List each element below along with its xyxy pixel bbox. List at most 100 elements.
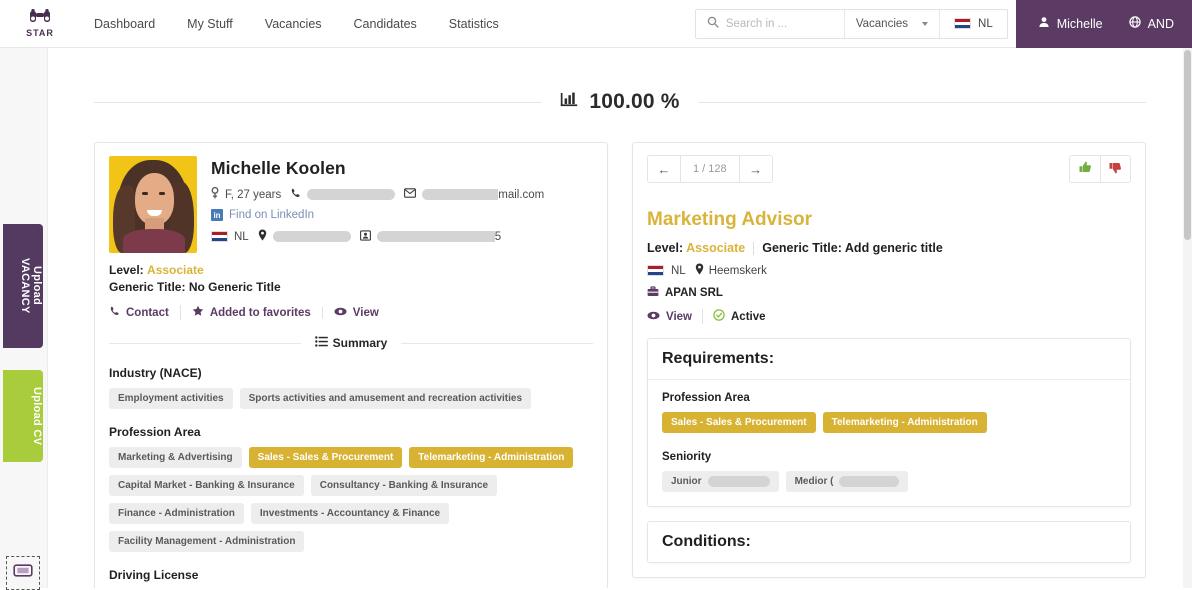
tag-item-matched[interactable]: Sales - Sales & Procurement: [248, 447, 403, 468]
top-bar-right: Vacancies NL Michelle: [694, 0, 1192, 48]
view-action[interactable]: View: [321, 306, 390, 319]
requirements-seniority-tags: Junior Medior (: [662, 471, 1116, 492]
panel-toggle-button[interactable]: [6, 556, 40, 590]
eye-icon: [647, 311, 660, 323]
search-input[interactable]: [725, 17, 834, 30]
favorites-action[interactable]: Added to favorites: [179, 305, 322, 320]
vacancy-title: Marketing Advisor: [647, 209, 813, 230]
vacancy-status-label: Active: [731, 310, 766, 323]
tag-item[interactable]: Consultancy - Banking & Insurance: [310, 475, 498, 496]
pager-next-button[interactable]: →: [739, 156, 772, 182]
tag-item[interactable]: Facility Management - Administration: [109, 531, 305, 552]
candidate-identifier: 5: [359, 229, 502, 244]
nav-item-my-stuff[interactable]: My Stuff: [171, 11, 249, 37]
tag-item-matched[interactable]: Telemarketing - Administration: [409, 447, 574, 468]
view-label: View: [352, 306, 379, 319]
list-icon: [314, 336, 328, 350]
candidate-level-label: Level:: [109, 263, 144, 277]
tenant-menu[interactable]: AND: [1128, 16, 1174, 31]
briefcase-icon: [647, 286, 659, 300]
vacancy-city: Heemskerk: [708, 264, 767, 277]
candidate-column: Michelle Koolen F, 27 years mail.com in …: [94, 142, 608, 588]
identifier-suffix: 5: [494, 230, 502, 243]
phone-redacted: [307, 189, 396, 200]
summary-rule-right: [401, 342, 594, 344]
country-code: NL: [234, 230, 249, 243]
language-code: NL: [978, 17, 993, 30]
conditions-heading: Conditions:: [662, 533, 751, 550]
candidate-level-row: Level: Associate: [109, 263, 593, 277]
location-pin-icon: [695, 263, 704, 278]
driving-license-title: Driving License: [109, 568, 199, 582]
tag-item[interactable]: Investments - Accountancy & Finance: [250, 503, 450, 524]
candidate-header: Michelle Koolen F, 27 years mail.com in …: [109, 156, 593, 253]
nav-item-vacancies[interactable]: Vacancies: [249, 11, 338, 37]
email-suffix: mail.com: [498, 188, 545, 201]
contact-action[interactable]: Contact: [109, 306, 180, 320]
page-scrollbar[interactable]: [1183, 48, 1192, 588]
tag-item[interactable]: Sports activities and amusement and recr…: [239, 388, 532, 409]
tag-item[interactable]: Capital Market - Banking & Insurance: [109, 475, 304, 496]
nav-item-statistics[interactable]: Statistics: [433, 11, 515, 37]
tag-item[interactable]: Finance - Administration: [109, 503, 244, 524]
seniority-label: Junior: [671, 476, 702, 487]
app-logo[interactable]: STAR: [12, 9, 68, 38]
city-redacted: [272, 231, 351, 242]
tag-item-matched[interactable]: Telemarketing - Administration: [822, 412, 987, 433]
vacancy-generic-title-value[interactable]: Add generic title: [845, 241, 943, 255]
vacancy-level-row: Level: Associate Generic Title: Add gene…: [647, 241, 1131, 255]
flag-nl-icon: [647, 265, 664, 276]
score-divider-left: [94, 101, 543, 103]
search-scope-select[interactable]: Vacancies: [843, 9, 939, 38]
requirements-profession-label: Profession Area: [662, 392, 750, 404]
seniority-label: Medior (: [794, 476, 834, 487]
thumbs-down-button[interactable]: [1100, 156, 1130, 182]
tag-item-matched[interactable]: Sales - Sales & Procurement: [662, 412, 816, 433]
eye-icon: [334, 307, 347, 319]
tag-item-redacted[interactable]: Medior (: [785, 471, 909, 492]
language-selector[interactable]: NL: [939, 9, 1007, 38]
candidate-level-value: Associate: [147, 263, 204, 277]
nav-item-candidates[interactable]: Candidates: [338, 11, 433, 37]
identifier-redacted: [376, 231, 495, 242]
thumbs-up-icon: [1079, 161, 1092, 177]
vacancy-level-value: Associate: [686, 241, 746, 255]
nav-item-dashboard[interactable]: Dashboard: [78, 11, 171, 37]
candidate-phone: [290, 188, 396, 202]
flag-nl-icon: [954, 18, 972, 29]
email-redacted: [422, 189, 499, 200]
seniority-redacted: [839, 476, 900, 487]
user-menu[interactable]: Michelle: [1038, 16, 1103, 31]
pager-prev-button[interactable]: ←: [648, 156, 680, 182]
user-icon: [1038, 16, 1050, 31]
binoculars-icon: [29, 9, 51, 28]
upload-cv-tab[interactable]: Upload CV: [3, 370, 43, 462]
industry-section-title: Industry (NACE): [109, 366, 202, 380]
tag-item[interactable]: Employment activities: [109, 388, 233, 409]
primary-nav: Dashboard My Stuff Vacancies Candidates …: [78, 11, 515, 37]
vacancy-location-row: NL Heemskerk: [647, 263, 1131, 278]
industry-tag-list: Employment activities Sports activities …: [109, 388, 593, 409]
thumbs-up-button[interactable]: [1070, 156, 1100, 182]
linkedin-icon: in: [211, 209, 223, 221]
scrollbar-thumb[interactable]: [1184, 50, 1191, 240]
requirements-card: Requirements: Profession Area Sales - Sa…: [647, 338, 1131, 507]
search-field-wrapper[interactable]: [696, 10, 844, 38]
summary-divider-row: Summary: [109, 336, 594, 350]
vote-group: [1069, 155, 1131, 183]
mail-icon: [404, 188, 417, 201]
vacancy-pager: ← 1 / 128 →: [647, 155, 773, 183]
candidate-city: [258, 229, 351, 244]
linkedin-link-row[interactable]: in Find on LinkedIn: [211, 209, 593, 221]
upload-vacancy-tab[interactable]: Upload VACANCY: [3, 224, 43, 348]
candidate-card: Michelle Koolen F, 27 years mail.com in …: [94, 142, 608, 588]
tag-item-redacted[interactable]: Junior: [662, 471, 779, 492]
gender-age-text: F, 27 years: [225, 188, 282, 201]
tag-item[interactable]: Marketing & Advertising: [109, 447, 242, 468]
vacancy-company: APAN SRL: [665, 287, 723, 299]
left-rail: Upload VACANCY Upload CV: [0, 48, 48, 590]
search-icon: [707, 15, 719, 33]
vacancy-view-action[interactable]: View: [647, 311, 702, 323]
vacancy-view-label: View: [666, 310, 692, 323]
candidate-name: Michelle Koolen: [211, 158, 346, 178]
